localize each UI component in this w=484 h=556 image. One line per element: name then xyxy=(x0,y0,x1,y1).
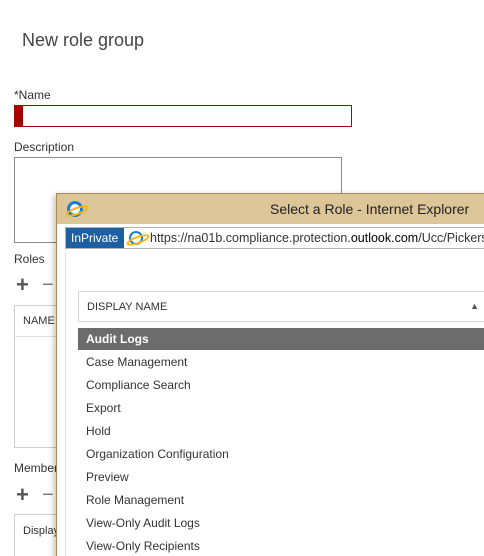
url-prefix: https://na01b.compliance.protection. xyxy=(150,231,351,245)
internet-explorer-icon xyxy=(67,201,83,217)
url-text[interactable]: https://na01b.compliance.protection.outl… xyxy=(150,231,484,245)
role-list-item[interactable]: Audit Logs xyxy=(78,328,484,350)
page-title: New role group xyxy=(22,30,145,50)
roles-column-header[interactable]: NAME xyxy=(23,315,55,327)
picker-content: DISPLAY NAME ▲ Audit Logs Case Management… xyxy=(65,252,484,556)
add-role-button[interactable]: + xyxy=(16,274,29,296)
role-list-item[interactable]: Preview xyxy=(78,466,484,488)
role-list-item[interactable]: Role Management xyxy=(78,489,484,511)
remove-role-button[interactable]: − xyxy=(42,275,54,295)
role-list-item[interactable]: Hold xyxy=(78,420,484,442)
role-list-item[interactable]: View-Only Audit Logs xyxy=(78,512,484,534)
role-list-item[interactable]: Export xyxy=(78,397,484,419)
sort-ascending-icon: ▲ xyxy=(470,301,479,311)
url-host: outlook.com xyxy=(350,231,419,245)
page-icon xyxy=(129,231,143,245)
roles-label: Roles xyxy=(14,252,45,266)
name-field[interactable] xyxy=(14,105,352,127)
column-header-label: DISPLAY NAME xyxy=(87,301,168,313)
error-indicator xyxy=(15,106,23,126)
select-role-window: Select a Role - Internet Explorer InPriv… xyxy=(56,193,484,556)
members-column-header[interactable]: Display xyxy=(23,525,59,537)
inprivate-badge: InPrivate xyxy=(66,228,124,248)
window-titlebar[interactable]: Select a Role - Internet Explorer xyxy=(57,194,484,224)
display-name-column-header[interactable]: DISPLAY NAME ▲ xyxy=(78,291,484,322)
remove-member-button[interactable]: − xyxy=(42,485,54,505)
url-suffix: /Ucc/Pickers/ xyxy=(418,231,484,245)
members-label: Member xyxy=(14,461,59,475)
role-list-item[interactable]: View-Only Recipients xyxy=(78,535,484,556)
role-list-item[interactable]: Compliance Search xyxy=(78,374,484,396)
address-bar[interactable]: InPrivate https://na01b.compliance.prote… xyxy=(65,227,484,249)
description-label: Description xyxy=(14,140,75,154)
add-member-button[interactable]: + xyxy=(16,484,29,506)
role-list-item[interactable]: Case Management xyxy=(78,351,484,373)
window-title: Select a Role - Internet Explorer xyxy=(270,201,470,217)
role-list-item[interactable]: Organization Configuration xyxy=(78,443,484,465)
name-label: *Name xyxy=(14,88,51,102)
